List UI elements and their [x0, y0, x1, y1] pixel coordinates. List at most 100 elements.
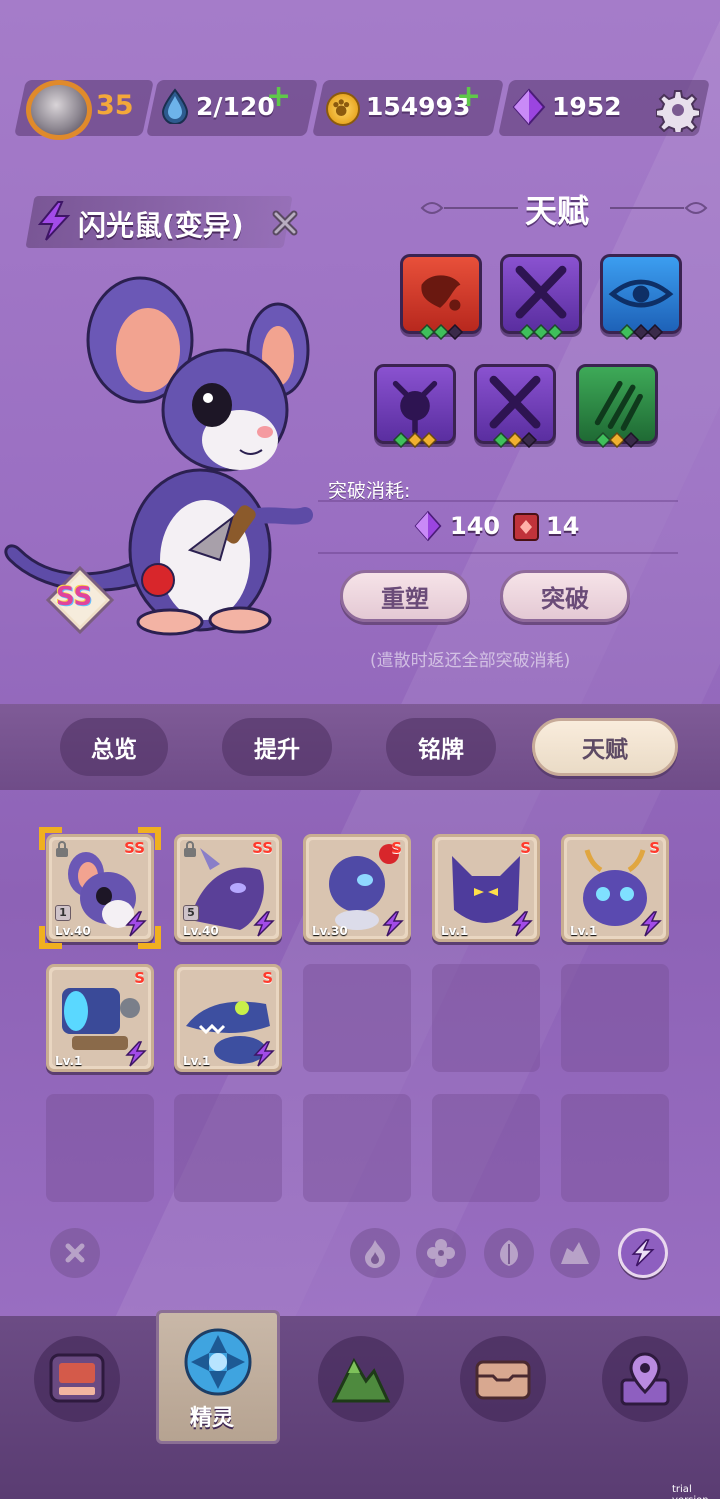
talent-slot-claw[interactable] [500, 254, 582, 334]
talent-pips [518, 324, 564, 340]
reshape-button[interactable]: 重塑 [340, 570, 470, 622]
add-coins-button[interactable]: + [456, 82, 481, 112]
lightning-icon [253, 911, 275, 937]
empty-slot [303, 964, 411, 1072]
rank-label: SS [56, 582, 93, 612]
tab-upgrade[interactable]: 提升 [222, 718, 332, 776]
ornament-left [420, 202, 518, 214]
empty-slot [174, 1094, 282, 1202]
claw-cross-icon [489, 375, 541, 429]
claw-cross-icon [515, 265, 567, 319]
clear-filter-button[interactable] [50, 1228, 100, 1278]
card-level: Lv.1 [55, 1054, 83, 1068]
empty-slot [432, 964, 540, 1072]
leaf-icon [500, 1240, 518, 1266]
scratch-icon [594, 380, 643, 431]
cost-label: 突破消耗: [328, 480, 411, 502]
card-rank: S [262, 969, 273, 987]
card-star-count: 5 [183, 905, 199, 921]
filter-wind[interactable] [416, 1228, 466, 1278]
empty-slot [561, 964, 669, 1072]
pinwheel-icon [427, 1239, 455, 1267]
card-level: Lv.1 [441, 924, 469, 938]
roster-card[interactable]: S Lv.1 [561, 834, 669, 942]
stamina-value: 2/120 [196, 92, 275, 121]
flame-icon [365, 1240, 385, 1268]
filter-grass[interactable] [484, 1228, 534, 1278]
card-rank: SS [252, 839, 273, 857]
spike-orb-icon [392, 380, 438, 435]
lock-icon [184, 841, 196, 857]
card-rank: S [134, 969, 145, 987]
purple-gem-icon [414, 510, 442, 542]
nav-battle[interactable] [34, 1336, 120, 1422]
lightning-icon [382, 911, 404, 937]
card-level: Lv.40 [183, 924, 219, 938]
gear-icon[interactable] [656, 88, 700, 132]
tab-nameplate[interactable]: 铭牌 [386, 718, 496, 776]
lightning-icon [631, 1239, 655, 1267]
close-icon[interactable] [268, 206, 302, 240]
empty-slot [303, 1094, 411, 1202]
tab-talent[interactable]: 天赋 [532, 718, 678, 776]
roster-card[interactable]: SS 5 Lv.40 [174, 834, 282, 942]
empty-slot [561, 1094, 669, 1202]
nav-location[interactable] [602, 1336, 688, 1422]
talent-pips [618, 324, 664, 340]
breakthrough-button[interactable]: 突破 [500, 570, 630, 622]
filter-earth[interactable] [550, 1228, 600, 1278]
filter-electric[interactable] [618, 1228, 668, 1278]
roster-card[interactable]: S Lv.1 [46, 964, 154, 1072]
purple-gem-icon [512, 88, 546, 126]
selection-frame [39, 827, 161, 949]
talent-title: 天赋 [525, 192, 590, 230]
talent-pips [418, 324, 464, 340]
eye-icon [608, 279, 674, 308]
fire-leaf-icon [421, 275, 461, 311]
rock-icon [561, 1242, 589, 1264]
roster-card[interactable]: S Lv.30 [303, 834, 411, 942]
nav-spirits[interactable] [176, 1320, 260, 1404]
roster-card[interactable]: S Lv.1 [174, 964, 282, 1072]
nav-bag[interactable] [460, 1336, 546, 1422]
card-level: Lv.1 [570, 924, 598, 938]
talent-slot-eye[interactable] [600, 254, 682, 334]
gem-value: 1952 [552, 92, 622, 121]
cost-gems: 140 [450, 512, 501, 540]
talent-pips [492, 432, 538, 448]
watermark: trial version [672, 1484, 709, 1499]
empty-slot [46, 1094, 154, 1202]
refund-hint: (遣散时返还全部突破消耗) [370, 651, 571, 671]
cost-items: 14 [546, 512, 580, 540]
card-rank: S [391, 839, 402, 857]
nav-spirits-label: 精灵 [190, 1406, 235, 1431]
paw-coin-icon [326, 92, 360, 126]
divider [318, 500, 678, 502]
talent-slot-fire[interactable] [400, 254, 482, 334]
nav-map[interactable] [318, 1336, 404, 1422]
lightning-icon [125, 1041, 147, 1067]
close-icon [65, 1243, 85, 1263]
chest-icon [475, 1360, 531, 1400]
talent-pips [392, 432, 438, 448]
card-rank: S [520, 839, 531, 857]
aperture-icon [184, 1328, 252, 1396]
lightning-icon [253, 1041, 275, 1067]
ornament-right [610, 202, 708, 214]
roster-card[interactable]: S Lv.1 [432, 834, 540, 942]
tab-overview[interactable]: 总览 [60, 718, 168, 776]
creature-name: 闪光鼠(变异) [78, 209, 244, 242]
coin-value: 154993 [366, 92, 471, 121]
mountain-icon [331, 1357, 391, 1403]
card-level: Lv.1 [183, 1054, 211, 1068]
water-drop-icon [161, 88, 189, 124]
lightning-icon [511, 911, 533, 937]
red-book-icon [513, 513, 539, 541]
empty-slot [432, 1094, 540, 1202]
card-level: Lv.30 [312, 924, 348, 938]
add-stamina-button[interactable]: + [266, 82, 291, 112]
card-rank: S [649, 839, 660, 857]
player-avatar[interactable] [26, 80, 92, 140]
filter-fire[interactable] [350, 1228, 400, 1278]
talent-pips [594, 432, 640, 448]
